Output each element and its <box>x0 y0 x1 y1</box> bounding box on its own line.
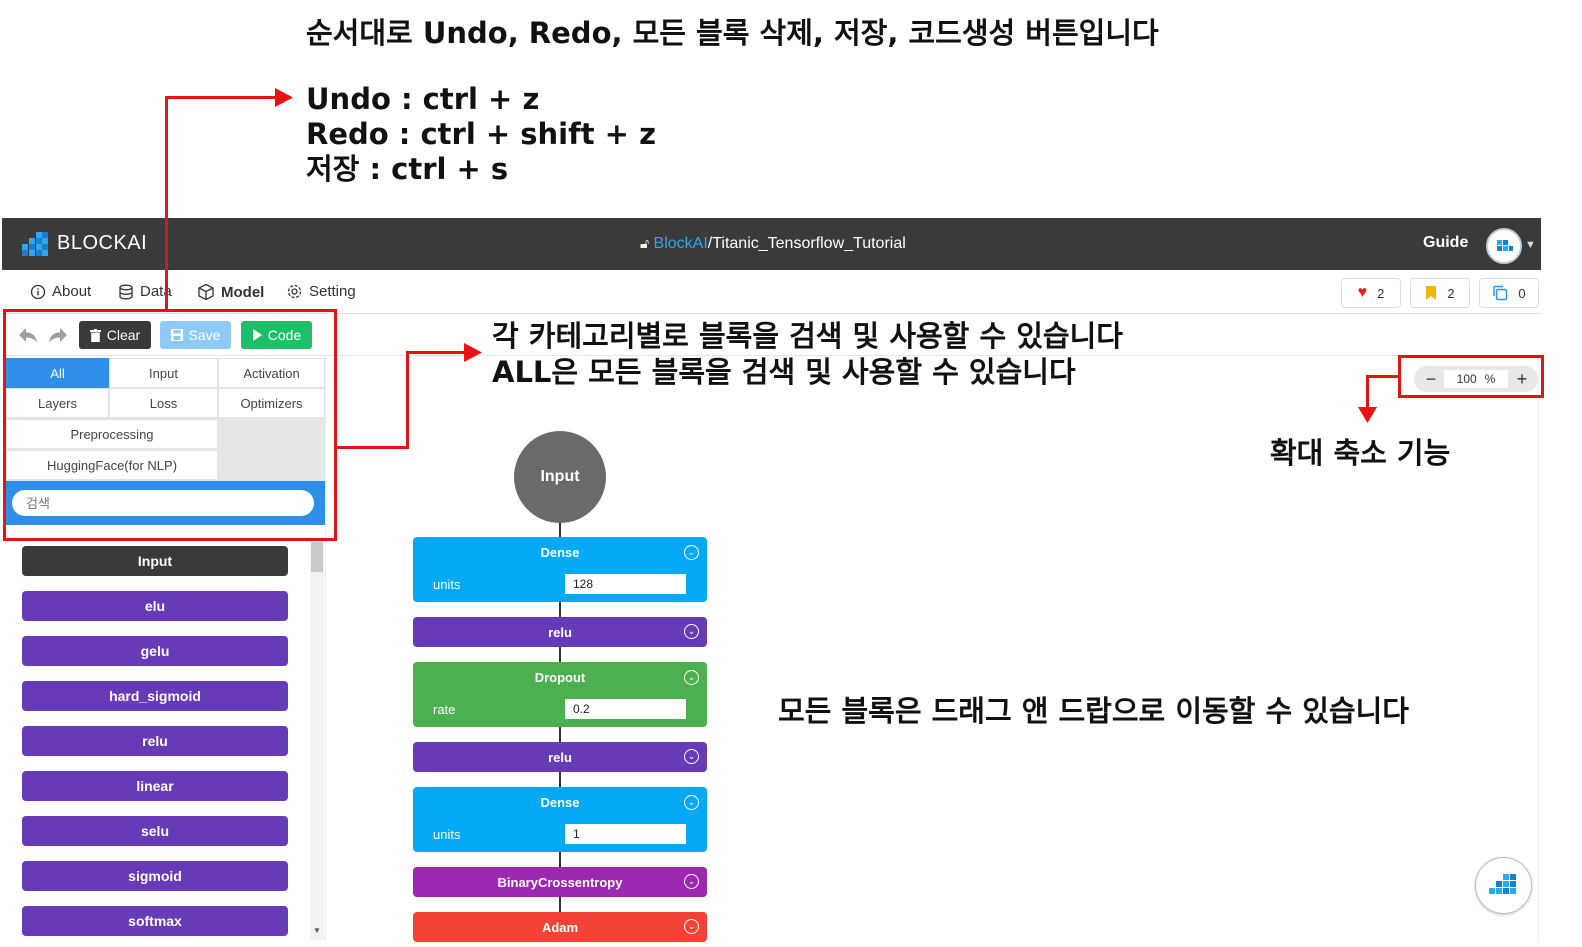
canvas-right-border <box>1538 356 1539 941</box>
guide-link[interactable]: Guide <box>1423 234 1468 252</box>
palette-block-hard-sigmoid[interactable]: hard_sigmoid <box>22 681 288 711</box>
units-input[interactable]: 128 <box>565 574 686 594</box>
menu-data[interactable]: Data <box>118 283 172 300</box>
annotation-undo-shortcut: Undo : ctrl + z <box>306 82 540 116</box>
blockai-chat-icon <box>1489 874 1516 894</box>
chevron-down-icon[interactable]: ⌄ <box>684 749 699 764</box>
param-label: rate <box>433 702 456 717</box>
copy-button[interactable]: 0 <box>1479 278 1539 308</box>
like-button[interactable]: ♥ 2 <box>1341 278 1401 308</box>
annotation-category-line1: 각 카테고리별로 블록을 검색 및 사용할 수 있습니다 <box>492 319 1123 353</box>
project-org-link[interactable]: BlockAI <box>654 235 708 252</box>
block-title: Dense <box>540 795 580 810</box>
palette-block-relu[interactable]: relu <box>22 726 288 756</box>
avatar-logo-icon <box>1497 240 1513 251</box>
annotation-arrowhead-icon <box>464 343 482 362</box>
copy-icon <box>1493 285 1508 301</box>
annotation-line <box>406 351 466 354</box>
annotation-line <box>1366 375 1400 378</box>
palette-block-input[interactable]: Input <box>22 546 288 576</box>
annotation-categories: 각 카테고리별로 블록을 검색 및 사용할 수 있습니다 ALL은 모든 블록을… <box>492 318 1123 390</box>
canvas-input-node[interactable]: Input <box>514 431 606 523</box>
blockai-logo-icon <box>22 232 48 256</box>
database-icon <box>119 284 133 299</box>
annotation-highlight-toolbar <box>3 309 337 541</box>
annotation-line <box>337 446 409 449</box>
annotation-arrowhead-icon <box>275 88 293 107</box>
chevron-down-icon[interactable]: ⌄ <box>684 919 699 934</box>
bookmark-icon <box>1426 286 1437 300</box>
scroll-down-icon[interactable]: ▼ <box>313 926 321 935</box>
gear-icon <box>287 284 302 299</box>
canvas-block-dropout[interactable]: Dropout ⌄ rate 0.2 <box>413 662 707 727</box>
bookmark-count: 2 <box>1447 285 1455 301</box>
canvas-block-dense-1[interactable]: Dense ⌄ units 128 <box>413 537 707 602</box>
palette-scrollbar-thumb[interactable] <box>311 542 323 572</box>
annotation-drag-drop: 모든 블록은 드래그 앤 드랍으로 이동할 수 있습니다 <box>778 694 1409 728</box>
canvas-block-loss[interactable]: BinaryCrossentropy ⌄ <box>413 867 707 897</box>
annotation-line <box>406 351 409 449</box>
menu-about-label: About <box>52 283 92 300</box>
menu-model-label: Model <box>221 283 265 301</box>
menu-setting[interactable]: Setting <box>286 283 356 300</box>
annotation-buttons-order: 순서대로 Undo, Redo, 모든 블록 삭제, 저장, 코드생성 버튼입니… <box>306 16 1159 50</box>
annotation-zoom: 확대 축소 기능 <box>1270 436 1451 470</box>
bookmark-button[interactable]: 2 <box>1410 278 1470 308</box>
chevron-down-icon[interactable]: ⌄ <box>684 624 699 639</box>
annotation-arrowhead-icon <box>1358 407 1377 423</box>
annotation-save-shortcut: 저장 : ctrl + s <box>306 152 509 186</box>
lock-icon: 🔓︎ <box>640 235 650 251</box>
info-icon <box>30 284 46 299</box>
chevron-down-icon[interactable]: ⌄ <box>684 874 699 889</box>
avatar[interactable] <box>1486 228 1522 264</box>
block-title: Dropout <box>534 670 586 685</box>
block-title: Adam <box>541 920 579 935</box>
block-title: BinaryCrossentropy <box>497 875 623 890</box>
annotation-shortcuts: Undo : ctrl + z Redo : ctrl + shift + z … <box>306 82 656 187</box>
chat-helper-button[interactable] <box>1475 857 1532 914</box>
palette-block-sigmoid[interactable]: sigmoid <box>22 861 288 891</box>
param-label: units <box>433 577 461 592</box>
palette-block-elu[interactable]: elu <box>22 591 288 621</box>
menu-setting-label: Setting <box>309 283 356 300</box>
block-title: relu <box>548 625 572 640</box>
brand-name[interactable]: BLOCKAI <box>57 232 147 255</box>
menu-about[interactable]: About <box>30 283 91 300</box>
palette-block-selu[interactable]: selu <box>22 816 288 846</box>
palette-block-linear[interactable]: linear <box>22 771 288 801</box>
annotation-category-line2: ALL은 모든 블록을 검색 및 사용할 수 있습니다 <box>492 355 1076 389</box>
chevron-down-icon[interactable]: ▼ <box>1525 239 1536 251</box>
annotation-line <box>1366 375 1369 409</box>
palette-scrollbar[interactable] <box>310 540 324 940</box>
canvas-block-relu-1[interactable]: relu ⌄ <box>413 617 707 647</box>
chevron-down-icon[interactable]: ⌄ <box>684 545 699 560</box>
block-title: relu <box>548 750 572 765</box>
chevron-down-icon[interactable]: ⌄ <box>684 670 699 685</box>
palette-block-gelu[interactable]: gelu <box>22 636 288 666</box>
annotation-line <box>165 96 168 311</box>
annotation-redo-shortcut: Redo : ctrl + shift + z <box>306 117 656 151</box>
cube-icon <box>198 283 214 301</box>
units-input[interactable]: 1 <box>565 824 686 844</box>
like-count: 2 <box>1377 285 1385 301</box>
param-label: units <box>433 827 461 842</box>
canvas-block-relu-2[interactable]: relu ⌄ <box>413 742 707 772</box>
annotation-line <box>165 96 277 99</box>
block-title: Dense <box>540 545 580 560</box>
rate-input[interactable]: 0.2 <box>565 699 686 719</box>
project-name: /Titanic_Tensorflow_Tutorial <box>707 235 906 252</box>
menu-model[interactable]: Model <box>197 283 264 301</box>
canvas-block-dense-2[interactable]: Dense ⌄ units 1 <box>413 787 707 852</box>
copy-count: 0 <box>1518 285 1526 301</box>
chevron-down-icon[interactable]: ⌄ <box>684 795 699 810</box>
palette-block-softmax[interactable]: softmax <box>22 906 288 936</box>
project-path: 🔓︎ BlockAI/Titanic_Tensorflow_Tutorial <box>640 235 906 253</box>
heart-icon: ♥ <box>1357 284 1368 301</box>
canvas-block-optimizer[interactable]: Adam ⌄ <box>413 912 707 942</box>
annotation-highlight-zoom <box>1398 355 1544 398</box>
